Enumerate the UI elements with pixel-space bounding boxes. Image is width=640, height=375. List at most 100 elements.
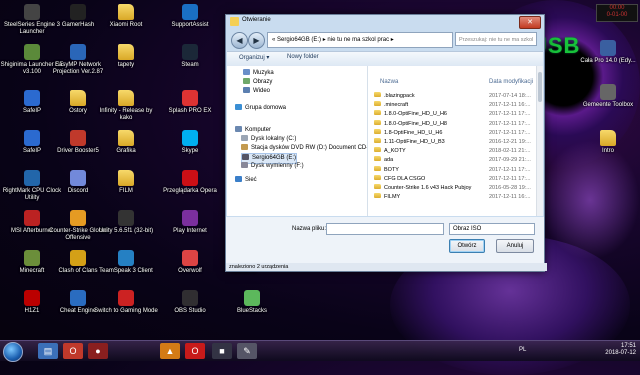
search-input[interactable]: Przeszukaj: nie tu ne ma szkol prac — [455, 32, 537, 57]
desktop-shortcut[interactable]: Switch to Gaming Mode — [94, 290, 158, 315]
cancel-button[interactable]: Anuluj — [496, 239, 534, 253]
desktop-shortcut[interactable]: tapety — [94, 44, 158, 69]
desktop-shortcut[interactable]: OBS Studio — [158, 290, 222, 315]
misc-taskbar-icon[interactable]: ■ — [212, 343, 232, 359]
file-row[interactable]: 1.8.0-OptiFine_HD_U_H6 2017-12-11 17:... — [374, 110, 536, 119]
file-row[interactable]: A_KOTY 2018-02-11 21:... — [374, 147, 536, 156]
filename-field[interactable] — [326, 223, 444, 235]
desktop-shortcut[interactable]: Infinity - Release by kako — [94, 90, 158, 122]
taskbar: ▤ O ● ▲ O ■ ✎ PL 17:51 2018-07-12 — [0, 340, 640, 362]
nav-item[interactable]: Sieć — [235, 176, 257, 185]
removable-drive-icon — [241, 162, 248, 168]
desktop-shortcut[interactable]: Grafika — [94, 130, 158, 155]
nav-item[interactable]: Stacja dysków DVD RW (D:) Document CD-R — [241, 144, 368, 153]
nav-item[interactable]: Obrazy — [243, 78, 272, 87]
app-taskbar-icon[interactable]: ● — [88, 343, 108, 359]
opera-icon — [182, 170, 198, 186]
file-row[interactable]: FILMY 2017-12-11 16:... — [374, 193, 536, 202]
nav-item[interactable]: Muzyka — [243, 69, 274, 78]
file-row[interactable]: CFG DLA CSGO 2017-12-11 17:... — [374, 174, 536, 184]
desktop-shortcut[interactable]: Gemeente Toolbox — [576, 84, 640, 109]
file-row[interactable]: ada 2017-09-29 21:... — [374, 156, 536, 165]
desktop-shortcut[interactable]: SupportAssist — [158, 4, 222, 29]
file-row[interactable]: .minecraft 2017-12-11 16:... — [374, 101, 536, 110]
h1z1-icon — [24, 290, 40, 306]
game-taskbar-icon[interactable]: ▲ — [160, 343, 180, 359]
organize-button[interactable]: Organizuj ▾ — [239, 54, 269, 61]
close-button[interactable]: ✕ — [519, 16, 541, 29]
dialog-titlebar[interactable]: Otwieranie ✕ — [226, 15, 544, 29]
vertical-scrollbar[interactable] — [536, 66, 543, 216]
address-bar[interactable]: « Sergio64GB (E:) ▸ nie tu ne ma szkol p… — [267, 32, 453, 48]
desktop-shortcut[interactable]: Xiaomi Root — [94, 4, 158, 29]
new-folder-button[interactable]: Nowy folder — [287, 54, 319, 60]
file-row[interactable]: BOTY 2017-12-11 17:... — [374, 165, 536, 175]
file-name: FILMY — [384, 194, 401, 201]
nav-item[interactable]: Dysk wymienny (F:) — [241, 162, 304, 171]
file-row[interactable]: 1.8.0-OptiFine_HD_U_H8 2017-12-11 17:... — [374, 119, 536, 129]
desktop-shortcut-label: OBS Studio — [174, 308, 206, 314]
file-date: 2017-12-11 17:... — [489, 175, 531, 182]
desktop-shortcut-label: FILM — [119, 188, 133, 194]
forward-arrow-icon[interactable]: ▶ — [248, 32, 265, 49]
desktop-shortcut[interactable]: Przeglądarka Opera — [158, 170, 222, 195]
file-row[interactable]: Counter-Strike 1.6 v43 Hack Pubjoy 2016-0… — [374, 184, 536, 193]
safeip-icon — [24, 130, 40, 146]
desktop-shortcut[interactable]: Intro — [576, 130, 640, 155]
filename-label: Nazwa pliku: — [292, 226, 327, 232]
column-date-header[interactable]: Data modyfikacji — [489, 79, 533, 85]
nav-item[interactable]: Grupa domowa — [235, 104, 286, 113]
nav-item-label: Stacja dysków DVD RW (D:) Document CD-R — [251, 145, 368, 151]
desktop-shortcut[interactable]: Splash PRO EX — [158, 90, 222, 115]
filetype-select[interactable]: Obraz ISO — [449, 223, 535, 235]
open-button[interactable]: Otwórz — [449, 239, 485, 253]
breadcrumb-folder[interactable]: nie tu ne ma szkol prac — [327, 37, 389, 43]
breadcrumb-separator[interactable]: ▸ — [391, 37, 394, 43]
nav-item-label: Sieć — [245, 177, 257, 183]
desktop-shortcut-label: Xiaomi Root — [109, 22, 143, 28]
tool-taskbar-icon[interactable]: ✎ — [237, 343, 257, 359]
system-clock[interactable]: 17:51 2018-07-12 — [605, 343, 636, 357]
teamspeak-icon — [118, 250, 134, 266]
desktop-shortcut[interactable]: Cała Pro 14.0 (Edy... — [576, 40, 640, 65]
unity-icon — [118, 210, 134, 226]
gamerhash-icon — [70, 4, 86, 20]
desktop-shortcut[interactable]: Steam — [158, 44, 222, 69]
back-arrow-icon[interactable]: ◀ — [231, 32, 248, 49]
desktop-shortcut[interactable]: FILM — [94, 170, 158, 195]
file-row[interactable]: 1.11-OptiFine_HD_U_B3 2016-12-21 19:... — [374, 138, 536, 147]
folder-icon — [118, 90, 134, 106]
desktop-shortcut[interactable]: Skype — [158, 130, 222, 155]
nav-item[interactable]: Wideo — [243, 87, 270, 96]
app-icon — [600, 40, 616, 56]
address-overflow[interactable]: « — [272, 37, 275, 43]
desktop-shortcut-label: Play Internet — [173, 228, 207, 234]
desktop-shortcut[interactable]: Play Internet — [158, 210, 222, 235]
file-date: 2017-12-11 17:... — [489, 120, 531, 127]
file-name: 1.8.0-OptiFine_HD_U_H6 — [384, 111, 447, 118]
opera-taskbar-icon[interactable]: O — [63, 343, 83, 359]
column-name-header[interactable]: Nazwa — [380, 79, 398, 85]
nav-item[interactable]: Komputer — [235, 126, 271, 135]
navigation-pane: Muzyka Obrazy Wideo Grupa domowa Komputer Dys… — [227, 66, 368, 216]
scrollbar-thumb[interactable] — [538, 72, 542, 102]
breadcrumb-separator[interactable]: ▸ — [323, 37, 326, 43]
music-icon — [243, 69, 250, 75]
desktop-shortcut-label: Grafika — [116, 148, 136, 154]
desktop-shortcut[interactable]: Unity 5.6.5f1 (32-bit) — [94, 210, 158, 235]
filetype-value: Obraz ISO — [453, 226, 482, 232]
nav-item[interactable]: Dysk lokalny (C:) — [241, 135, 296, 144]
start-button[interactable] — [3, 342, 23, 362]
file-row[interactable]: 1.8-OptiFine_HD_U_H6 2017-12-11 17:... — [374, 128, 536, 138]
desktop-shortcut[interactable]: BlueStacks — [220, 290, 284, 315]
dialog-toolbar: Organizuj ▾ Nowy folder — [227, 51, 543, 67]
file-row[interactable]: .blazingpack 2017-07-14 18:... — [374, 92, 536, 101]
breadcrumb-drive[interactable]: Sergio64GB (E:) — [277, 37, 321, 43]
clash-icon — [70, 250, 86, 266]
desktop-shortcut-label: tapety — [117, 62, 135, 68]
desktop-shortcut[interactable]: TeamSpeak 3 Client — [94, 250, 158, 275]
opera-window-taskbar-icon[interactable]: O — [185, 343, 205, 359]
explorer-taskbar-icon[interactable]: ▤ — [38, 343, 58, 359]
nav-item-label: Grupa domowa — [245, 105, 287, 111]
language-indicator[interactable]: PL — [519, 347, 526, 353]
